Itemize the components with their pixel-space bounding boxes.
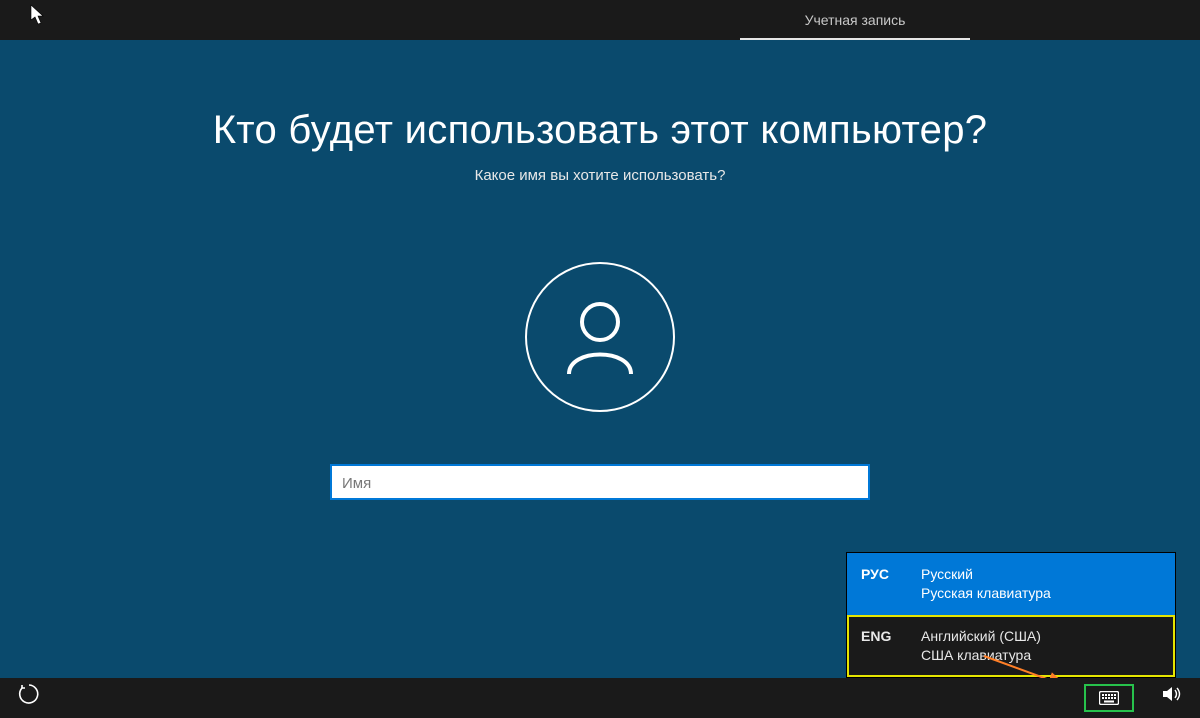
- page-subtitle: Какое имя вы хотите использовать?: [475, 167, 726, 184]
- name-field-placeholder: Имя: [342, 475, 371, 492]
- lang-code: РУС: [861, 565, 921, 582]
- lang-item-rus[interactable]: РУС Русский Русская клавиатура: [847, 553, 1175, 615]
- lang-code: ENG: [861, 627, 921, 644]
- name-field[interactable]: Имя: [330, 464, 870, 500]
- keyboard-icon: [1099, 691, 1119, 705]
- user-avatar-placeholder: [525, 262, 675, 412]
- lang-name: Русский: [921, 565, 1051, 584]
- page-title: Кто будет использовать этот компьютер?: [213, 108, 988, 153]
- ease-of-access-icon: [18, 683, 40, 705]
- volume-button[interactable]: [1162, 685, 1182, 708]
- speaker-icon: [1162, 685, 1182, 703]
- lang-name: Английский (США): [921, 627, 1041, 646]
- lang-layout: Русская клавиатура: [921, 584, 1051, 603]
- taskbar: [0, 678, 1200, 718]
- ease-of-access-button[interactable]: [18, 683, 40, 710]
- user-icon: [557, 294, 643, 380]
- on-screen-keyboard-button[interactable]: [1084, 684, 1134, 712]
- title-bar: Учетная запись: [0, 0, 1200, 40]
- cursor-icon: [30, 4, 46, 31]
- tab-account[interactable]: Учетная запись: [740, 0, 970, 40]
- tab-account-label: Учетная запись: [805, 12, 906, 28]
